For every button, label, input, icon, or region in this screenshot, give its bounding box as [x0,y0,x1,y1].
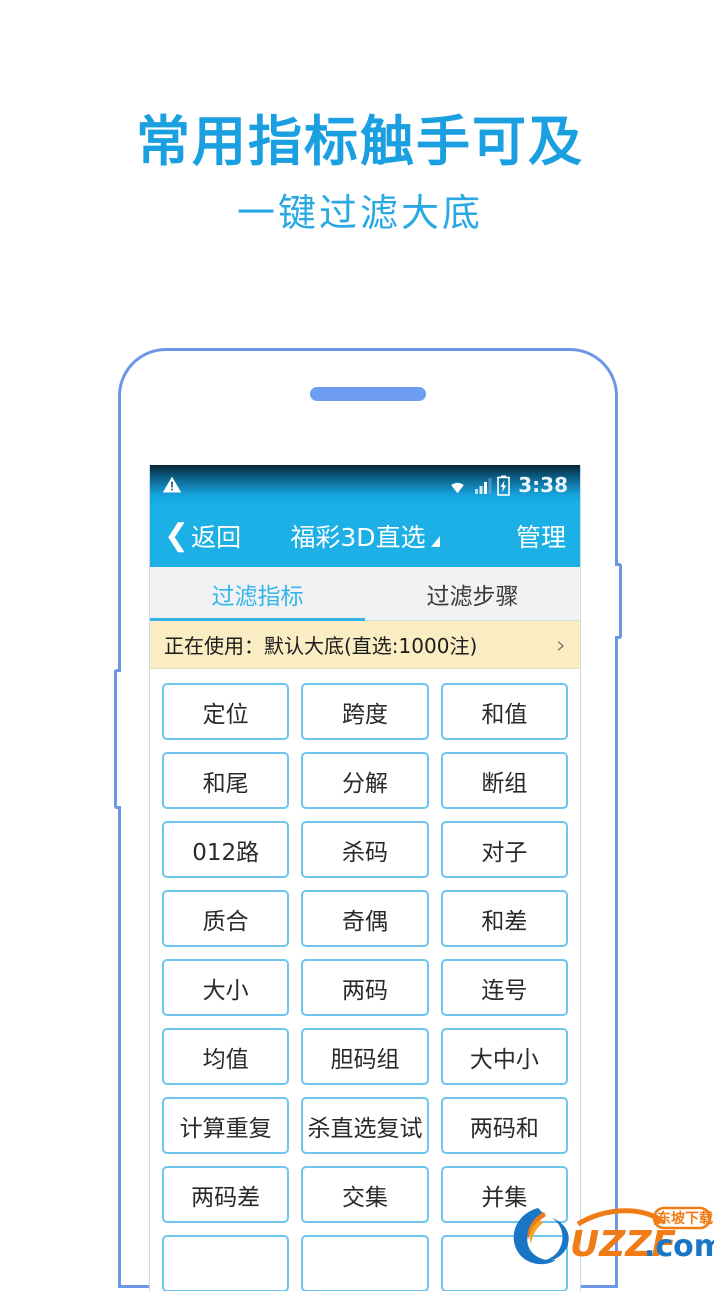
indicator-cell[interactable]: 和差 [440,890,568,947]
tab-filter-steps[interactable]: 过滤步骤 [365,567,580,620]
wifi-icon [451,482,464,494]
nav-bar: ❮ 返回 福彩3D直选 管理 [150,505,580,567]
watermark-badge: 东坡下载 [657,1210,713,1227]
indicator-cell[interactable]: 分解 [301,752,429,809]
phone-screen: 3:38 ❮ 返回 福彩3D直选 管理 过滤指标 过滤步骤 正在使用：默认大底(… [149,465,581,1291]
indicator-cell[interactable]: 对子 [440,821,568,878]
status-bar-left [162,475,446,495]
indicator-cell[interactable]: 杀直选复试 [301,1097,429,1154]
status-bar: 3:38 [150,465,580,505]
indicator-cell[interactable]: 奇偶 [301,890,429,947]
indicator-cell[interactable]: 大小 [162,959,290,1016]
battery-charging-icon [497,475,511,496]
watermark-swoosh-logo [513,1208,569,1265]
indicator-cell[interactable]: 大中小 [440,1028,568,1085]
indicator-cell[interactable]: 定位 [162,683,290,740]
indicator-cell[interactable]: 跨度 [301,683,429,740]
indicator-cell[interactable]: 连号 [440,959,568,1016]
warning-triangle-icon [162,476,182,493]
indicator-cell[interactable]: 012路 [162,821,290,878]
phone-mockup: 3:38 ❮ 返回 福彩3D直选 管理 过滤指标 过滤步骤 正在使用：默认大底(… [114,348,622,1291]
indicator-cell[interactable]: 断组 [440,752,568,809]
indicator-cell[interactable]: 均值 [162,1028,290,1085]
page-title-label: 福彩3D直选 [290,523,426,552]
indicator-cell[interactable]: 交集 [301,1166,429,1223]
indicator-cell[interactable]: 和尾 [162,752,290,809]
signal-bars-icon [475,478,492,494]
triangle-down-icon [430,536,440,547]
indicator-cell[interactable] [162,1235,290,1291]
back-button-label: 返回 [191,523,242,552]
indicator-cell[interactable]: 两码和 [440,1097,568,1154]
status-bar-right: 3:38 [446,473,568,497]
promo-title: 常用指标触手可及 [136,110,584,173]
indicator-cell[interactable]: 杀码 [301,821,429,878]
site-watermark: UZZF .com 东坡下载 [513,1206,714,1265]
watermark-tld: .com [644,1229,714,1264]
current-preset-text: 正在使用：默认大底(直选:1000注) [164,634,478,658]
indicator-cell[interactable] [301,1235,429,1291]
indicator-cell[interactable]: 质合 [162,890,290,947]
back-button[interactable]: ❮ 返回 [164,518,241,554]
promo-subtitle: 一键过滤大底 [236,191,483,236]
indicator-cell[interactable]: 计算重复 [162,1097,290,1154]
volume-button[interactable] [114,669,121,809]
indicator-cell[interactable]: 两码差 [162,1166,290,1223]
tab-bar: 过滤指标 过滤步骤 [150,567,580,621]
manage-button[interactable]: 管理 [516,518,566,554]
chevron-right-icon: › [556,630,566,659]
indicator-cell[interactable]: 和值 [440,683,568,740]
power-button[interactable] [615,563,622,639]
tab-filter-indicators[interactable]: 过滤指标 [150,567,365,621]
indicator-cell[interactable]: 两码 [301,959,429,1016]
indicator-cell[interactable]: 胆码组 [301,1028,429,1085]
chevron-left-icon: ❮ [164,518,190,553]
current-preset-banner[interactable]: 正在使用：默认大底(直选:1000注) › [150,621,580,669]
speaker-grille [310,387,426,401]
promo-block: 常用指标触手可及 一键过滤大底 [0,112,720,235]
status-bar-time: 3:38 [518,473,568,497]
